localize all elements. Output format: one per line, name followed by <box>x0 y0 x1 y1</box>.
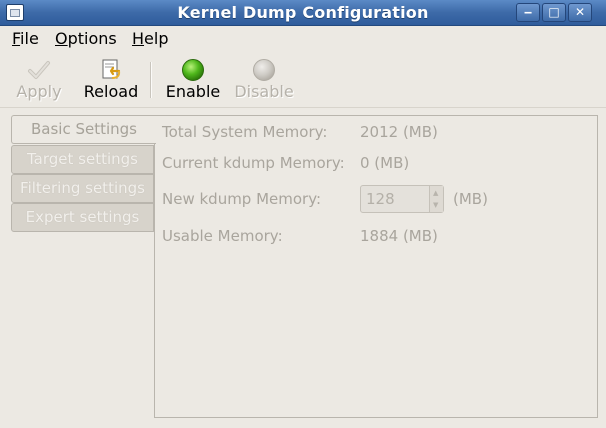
disable-button[interactable]: Disable <box>232 52 296 106</box>
new-kdump-unit: (MB) <box>453 190 488 208</box>
tab-target-settings[interactable]: Target settings <box>11 145 154 174</box>
reload-document-icon <box>102 59 121 79</box>
enable-button[interactable]: Enable <box>162 52 224 106</box>
current-kdump-value: 0 (MB) <box>360 154 410 172</box>
new-kdump-label: New kdump Memory: <box>162 190 322 208</box>
checkmark-icon <box>28 61 50 79</box>
menu-bar: File Options Help <box>0 26 606 52</box>
total-memory-label: Total System Memory: <box>162 123 328 141</box>
usable-memory-value: 1884 (MB) <box>360 227 438 245</box>
spin-arrows[interactable]: ▲ ▼ <box>429 186 443 212</box>
reload-button[interactable]: Reload <box>80 52 142 106</box>
new-kdump-spinbox[interactable]: 128 ▲ ▼ <box>360 185 444 213</box>
apply-button[interactable]: Apply <box>10 52 68 106</box>
minimize-button[interactable]: ‒ <box>516 3 540 22</box>
toolbar: Apply Reload Enable Disable <box>0 52 606 108</box>
new-kdump-value: 128 <box>366 190 395 208</box>
title-bar: Kernel Dump Configuration ‒ □ ✕ <box>0 0 606 26</box>
menu-file[interactable]: File <box>12 29 39 48</box>
gray-light-icon <box>253 59 275 81</box>
spin-down-icon[interactable]: ▼ <box>433 201 438 209</box>
green-light-icon <box>182 59 204 81</box>
tab-expert-settings[interactable]: Expert settings <box>11 203 154 232</box>
current-kdump-label: Current kdump Memory: <box>162 154 345 172</box>
menu-help[interactable]: Help <box>132 29 168 48</box>
maximize-button[interactable]: □ <box>542 3 566 22</box>
toolbar-separator <box>150 62 152 98</box>
usable-memory-label: Usable Memory: <box>162 227 283 245</box>
total-memory-value: 2012 (MB) <box>360 123 438 141</box>
tab-filtering-settings[interactable]: Filtering settings <box>11 174 154 203</box>
spin-up-icon[interactable]: ▲ <box>433 189 438 197</box>
tab-basic-settings[interactable]: Basic Settings <box>11 115 156 144</box>
menu-options[interactable]: Options <box>55 29 117 48</box>
close-button[interactable]: ✕ <box>568 3 592 22</box>
